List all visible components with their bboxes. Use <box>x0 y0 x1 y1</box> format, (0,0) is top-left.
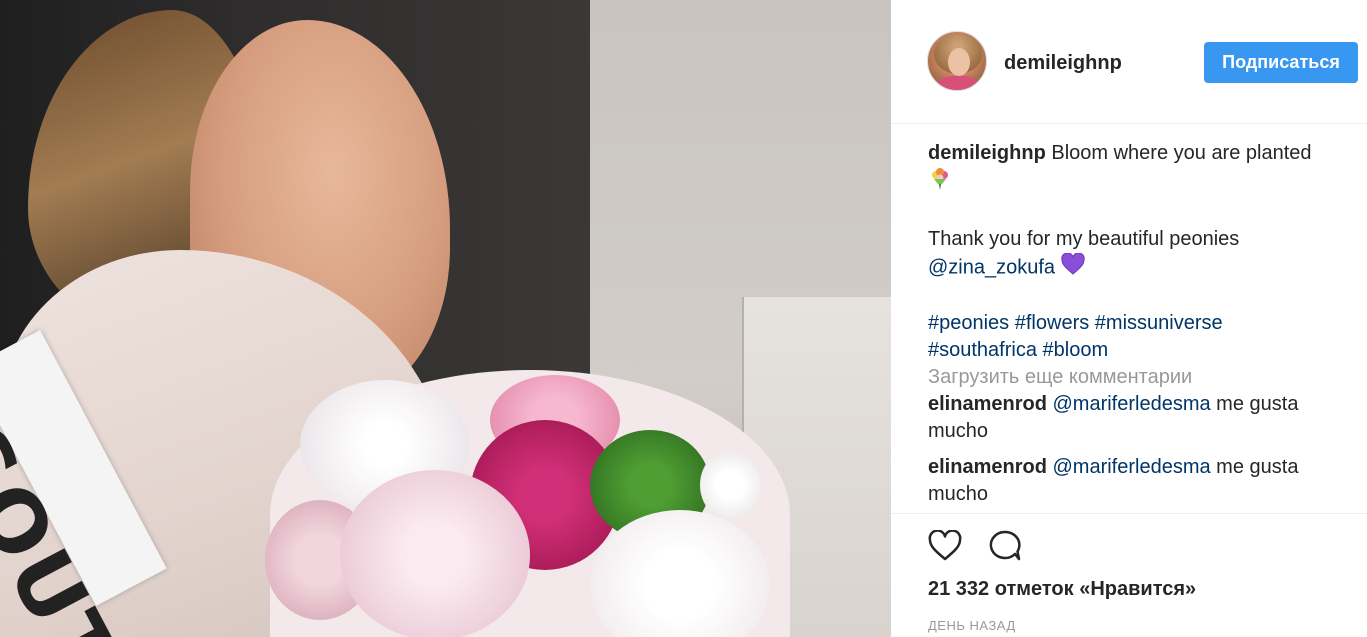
caption-line1: Bloom where you are planted <box>1051 142 1312 164</box>
caption-mention[interactable]: @zina_zokufa <box>928 256 1055 278</box>
comment-mention[interactable]: @mariferledesma <box>1052 456 1210 478</box>
peony <box>340 470 530 637</box>
like-button[interactable] <box>927 528 963 564</box>
comment-username[interactable]: elinamenrod <box>928 393 1047 415</box>
hashtag-link[interactable]: #missuniverse <box>1095 312 1223 334</box>
header-username[interactable]: demileighnp <box>1004 52 1122 75</box>
follow-button[interactable]: Подписаться <box>1204 42 1358 83</box>
comment-username[interactable]: elinamenrod <box>928 456 1047 478</box>
heart-outline-icon <box>928 530 962 561</box>
caption-username[interactable]: demileighnp <box>928 142 1046 164</box>
post-timestamp[interactable]: ДЕНЬ НАЗАД <box>928 618 1016 633</box>
caption-line2: Thank you for my beautiful peonies <box>928 228 1240 250</box>
hashtag-link[interactable]: #flowers <box>1015 312 1089 334</box>
caption-emoji-row <box>928 167 1348 199</box>
hashtag-link[interactable]: #peonies <box>928 312 1009 334</box>
peony <box>700 450 760 520</box>
speech-bubble-icon <box>989 530 1021 561</box>
hashtag-link[interactable]: #southafrica <box>928 339 1037 361</box>
comments-section[interactable]: demileighnp Bloom where you are planted <box>928 140 1348 513</box>
hashtag-link[interactable]: #bloom <box>1043 339 1109 361</box>
post-view: SOUT demileighnp Подписаться demileighnp… <box>0 0 1367 637</box>
post-photo[interactable]: SOUT <box>0 0 891 637</box>
hashtags-row-1: #peonies #flowers #missuniverse <box>928 310 1348 337</box>
avatar[interactable] <box>927 31 987 91</box>
comment-mention[interactable]: @mariferledesma <box>1052 393 1210 415</box>
caption: demileighnp Bloom where you are planted <box>928 140 1348 167</box>
caption-mention-row: @zina_zokufa <box>928 252 1348 283</box>
comment-item: elinamenrod @mariferledesma me gusta muc… <box>928 454 1348 508</box>
load-more-comments[interactable]: Загрузить еще комментарии <box>928 364 1348 391</box>
likes-count[interactable]: 21 332 отметок «Нравится» <box>928 578 1196 601</box>
purple-heart-emoji-icon <box>1060 252 1085 283</box>
comment-item: elinamenrod @mariferledesma me gusta muc… <box>928 391 1348 445</box>
post-header: demileighnp Подписаться <box>891 0 1367 124</box>
post-side-panel: demileighnp Подписаться demileighnp Bloo… <box>891 0 1367 637</box>
hashtags-row-2: #southafrica #bloom <box>928 337 1348 364</box>
post-actions: 21 332 отметок «Нравится» ДЕНЬ НАЗАД <box>891 513 1367 637</box>
comment-button[interactable] <box>987 528 1023 564</box>
bouquet-emoji-icon <box>928 167 952 199</box>
